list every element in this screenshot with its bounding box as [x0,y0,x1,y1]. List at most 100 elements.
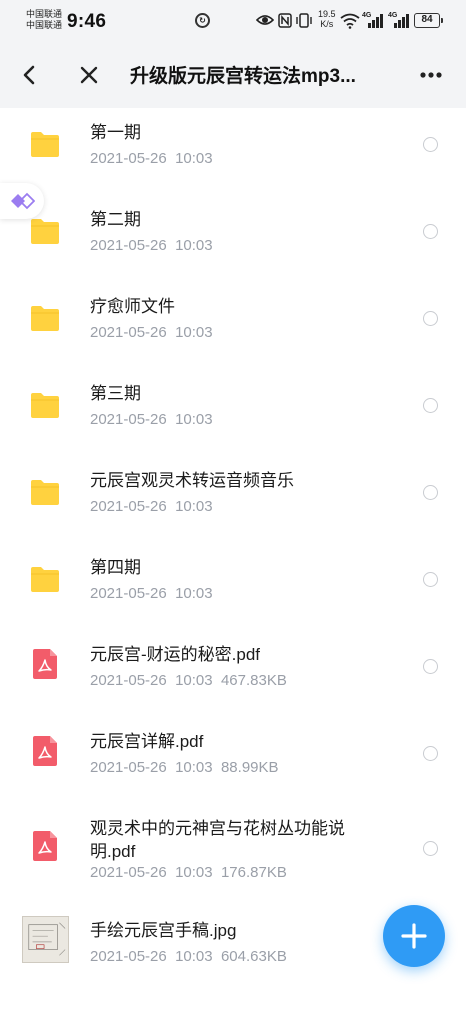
network-speed: 19.5 K/s [318,9,336,29]
pdf-icon [33,649,57,679]
file-meta: 2021-05-26 10:03 [90,324,213,341]
select-radio[interactable] [423,485,438,500]
file-date: 2021-05-26 [90,759,167,776]
nfc-icon [278,13,292,28]
file-name: 观灵术中的元神宫与花树丛功能说明.pdf [90,819,345,861]
select-radio[interactable] [423,311,438,326]
list-item[interactable]: 疗愈师文件 2021-05-26 10:03 [0,282,466,369]
file-date: 2021-05-26 [90,498,167,515]
network-speed-unit: K/s [320,19,334,29]
close-button[interactable] [74,60,104,90]
file-date: 2021-05-26 [90,150,167,167]
file-meta: 2021-05-26 10:03 [90,237,213,254]
file-name: 第四期 [90,558,141,577]
list-item[interactable]: 第二期 2021-05-26 10:03 [0,195,466,282]
chevron-left-icon [23,65,35,85]
file-time: 10:03 [175,150,213,167]
file-meta: 2021-05-26 10:03 [90,150,213,167]
carrier-labels: 中国联通 中国联通 [26,9,62,31]
eye-icon [256,15,274,25]
file-size: 88.99KB [220,759,279,776]
battery-icon: 84 [414,13,443,28]
plus-icon [401,923,427,949]
folder-icon [31,219,59,244]
file-date: 2021-05-26 [90,864,167,881]
select-radio[interactable] [423,137,438,152]
file-meta: 2021-05-26 10:03 467.83KB [90,672,287,689]
select-radio[interactable] [423,841,438,856]
file-name: 疗愈师文件 [90,297,175,316]
list-item[interactable]: 元辰宫观灵术转运音频音乐 2021-05-26 10:03 [0,456,466,543]
file-name: 第三期 [90,384,141,403]
file-time: 10:03 [175,672,213,689]
file-meta: 2021-05-26 10:03 [90,585,213,602]
file-time: 10:03 [175,324,213,341]
image-thumbnail [22,916,69,963]
file-list: 第一期 2021-05-26 10:03 第二期 2021-05-26 10:0… [0,108,466,993]
file-meta: 2021-05-26 10:03 604.63KB [90,948,287,965]
file-meta: 2021-05-26 10:03 176.87KB [90,864,287,881]
file-date: 2021-05-26 [90,948,167,965]
folder-icon [31,480,59,505]
file-time: 10:03 [175,864,213,881]
file-name: 手绘元辰宫手稿.jpg [90,921,237,940]
signal-1-label: 4G [362,12,372,19]
select-radio[interactable] [423,572,438,587]
pdf-icon [33,736,57,766]
signal-2-label: 4G [388,12,398,19]
folder-icon [31,132,59,157]
list-item[interactable]: 第一期 2021-05-26 10:03 [0,108,466,195]
page-title: 升级版元辰宫转运法mp3... [130,66,356,87]
file-date: 2021-05-26 [90,237,167,254]
side-floating-tab[interactable] [0,183,44,219]
file-time: 10:03 [175,411,213,428]
file-date: 2021-05-26 [90,672,167,689]
network-speed-value: 19.5 [318,9,336,19]
more-button[interactable] [414,60,448,90]
list-item[interactable]: 第四期 2021-05-26 10:03 [0,543,466,630]
select-radio[interactable] [423,224,438,239]
folder-icon [31,567,59,592]
wifi-icon [340,13,360,29]
file-time: 10:03 [175,759,213,776]
list-item[interactable]: 第三期 2021-05-26 10:03 [0,369,466,456]
file-name: 元辰宫-财运的秘密.pdf [90,645,261,664]
file-size: 604.63KB [220,948,287,965]
list-item[interactable]: 观灵术中的元神宫与花树丛功能说明.pdf 2021-05-26 10:03 17… [0,804,466,906]
back-button[interactable] [14,60,44,90]
signal-1-icon: 4G [362,12,383,28]
folder-icon [31,306,59,331]
file-date: 2021-05-26 [90,585,167,602]
select-radio[interactable] [423,746,438,761]
file-name: 第二期 [90,210,141,229]
pdf-icon [33,831,57,861]
file-meta: 2021-05-26 10:03 [90,498,213,515]
vibrate-icon [296,13,312,28]
list-item[interactable]: 元辰宫-财运的秘密.pdf 2021-05-26 10:03 467.83KB [0,630,466,717]
battery-level: 84 [421,14,433,25]
file-size: 467.83KB [220,672,287,689]
carrier-1: 中国联通 [26,9,63,19]
carrier-2: 中国联通 [26,20,63,30]
file-time: 10:03 [175,237,213,254]
select-radio[interactable] [423,398,438,413]
clock: 9:46 [67,11,107,32]
more-dots-icon [420,72,442,78]
select-radio[interactable] [423,659,438,674]
close-icon [80,66,98,84]
list-item[interactable]: 元辰宫详解.pdf 2021-05-26 10:03 88.99KB [0,717,466,804]
file-time: 10:03 [175,948,213,965]
signal-2-icon: 4G [388,12,409,28]
file-name: 第一期 [90,123,141,142]
status-bar: 中国联通 中国联通 9:46 ↻ 19.5 K/s 4G 4G 84 [0,0,466,40]
file-date: 2021-05-26 [90,324,167,341]
diamond-arrows-icon [11,192,35,210]
app-header: 升级版元辰宫转运法mp3... [0,40,466,108]
file-size: 176.87KB [220,864,287,881]
add-button[interactable] [383,905,445,967]
file-date: 2021-05-26 [90,411,167,428]
file-meta: 2021-05-26 10:03 88.99KB [90,759,279,776]
file-name: 元辰宫详解.pdf [90,732,204,751]
folder-icon [31,393,59,418]
file-time: 10:03 [175,498,213,515]
